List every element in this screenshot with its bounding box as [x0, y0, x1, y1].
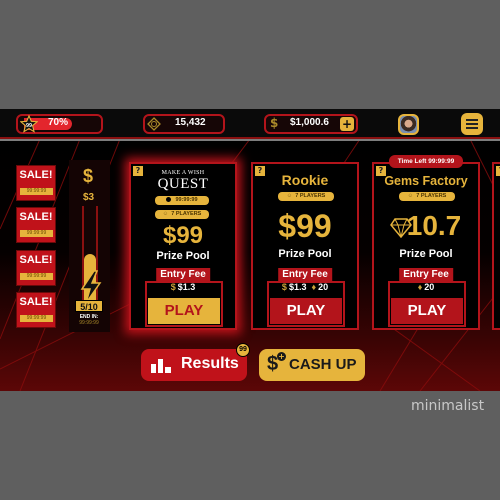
sale-offer[interactable]: SALE! 99:99:99: [16, 250, 56, 286]
fee-cash: $1.3: [288, 282, 307, 292]
results-label: Results: [181, 355, 239, 372]
clock-icon: [166, 196, 172, 202]
players-icon: ☺: [286, 193, 293, 199]
tournament-card-quest[interactable]: ? MAKE A WISH QUEST 99:99:99 ☺ 7 PLAYERS …: [129, 162, 237, 330]
prize-amount: $99: [278, 208, 332, 244]
dollar-icon: $: [270, 116, 279, 130]
help-button[interactable]: ?: [496, 166, 500, 176]
entry-fee-row: ♦ 20: [374, 282, 478, 292]
dollar-icon: $: [170, 282, 176, 292]
sale-title: SALE!: [19, 169, 53, 181]
sale-timer: 99:99:99: [20, 230, 53, 237]
entry-fee-label: Entry Fee: [156, 268, 210, 282]
prize-label: Prize Pool: [156, 250, 210, 262]
xp-bar[interactable]: 99 70%: [16, 114, 103, 134]
prize-label: Prize Pool: [399, 248, 453, 260]
time-left-badge: Time Left 99:99:99: [389, 155, 463, 168]
players-text: 7 PLAYERS: [416, 193, 447, 199]
prize-label: Prize Pool: [278, 248, 332, 260]
gems-amount: 15,432: [175, 117, 206, 128]
cash-amount: $1,000.6: [290, 117, 329, 128]
fee-cash: $1.3: [177, 282, 196, 292]
sale-title: SALE!: [19, 254, 53, 266]
timer-text: 99:99:99: [175, 197, 198, 203]
meter-reward: $3: [83, 192, 95, 203]
entry-fee-label: Entry Fee: [399, 268, 453, 282]
results-button[interactable]: Results: [141, 349, 247, 381]
sale-timer: 99:99:99: [20, 188, 53, 195]
sale-title: SALE!: [19, 296, 53, 308]
meter-end-timer: 99:99:99: [79, 320, 99, 326]
watermark: minimalist: [411, 398, 485, 414]
tournament-card-gems-factory[interactable]: ? Gems Factory ☺ 7 PLAYERS 10.7 Prize Poo…: [372, 162, 480, 330]
results-badge: 99: [236, 343, 250, 357]
level-number: 99: [26, 123, 32, 129]
card-title: QUEST: [157, 176, 209, 192]
timer-chip: 99:99:99: [155, 196, 209, 205]
players-text: 7 PLAYERS: [295, 193, 326, 199]
players-chip: ☺ 7 PLAYERS: [155, 210, 209, 219]
sale-timer: 99:99:99: [20, 273, 53, 280]
cash-counter[interactable]: $ $1,000.6 +: [264, 114, 358, 134]
card-title: Rookie: [281, 172, 329, 188]
gems-counter[interactable]: 15,432: [143, 114, 225, 134]
fee-gems: 20: [318, 282, 329, 292]
entry-fee-row: $ $1.3: [131, 282, 235, 292]
plus-icon: +: [277, 352, 286, 361]
tournament-card-partial[interactable]: ?: [492, 162, 500, 330]
play-button[interactable]: PLAY: [391, 298, 463, 324]
level-star-icon: 99: [20, 115, 38, 133]
sale-timer: 99:99:99: [20, 315, 53, 322]
lightning-bolt-icon: [80, 270, 102, 304]
xp-percent: 70%: [48, 117, 69, 128]
hamburger-icon-line: [466, 123, 478, 125]
meter-count: 5/10: [75, 300, 103, 312]
entry-fee-label: Entry Fee: [278, 268, 332, 282]
play-button[interactable]: PLAY: [148, 298, 220, 324]
avatar[interactable]: [398, 114, 419, 135]
players-icon: ☺: [407, 193, 414, 199]
dollar-icon: $: [281, 282, 287, 292]
add-cash-button[interactable]: +: [340, 117, 354, 131]
sale-title: SALE!: [19, 211, 53, 223]
diamond-icon: [390, 218, 412, 238]
meter-dollar-icon: $: [83, 166, 94, 186]
prize-amount: $99: [162, 222, 204, 249]
hamburger-icon-line: [466, 119, 478, 121]
card-title: Gems Factory: [384, 174, 468, 188]
hamburger-icon-line: [466, 127, 478, 129]
gem-icon: ♦: [417, 282, 423, 292]
cash-up-button[interactable]: $ + CASH UP: [259, 349, 365, 381]
gem-icon: ♦: [311, 282, 317, 292]
menu-button[interactable]: [461, 113, 483, 135]
players-chip: ☺ 7 PLAYERS: [278, 192, 334, 201]
tournament-card-rookie[interactable]: ? Rookie ☺ 7 PLAYERS $99 Prize Pool Entry…: [251, 162, 359, 330]
cash-up-label: CASH UP: [289, 356, 357, 373]
play-button[interactable]: PLAY: [270, 298, 342, 324]
entry-fee-row: $ $1.3 ♦ 20: [253, 282, 357, 292]
top-bar: 99 70% 15,432 $ $1,000.6 +: [0, 109, 500, 141]
sale-offer[interactable]: SALE! 99:99:99: [16, 165, 56, 201]
fee-gems: 20: [424, 282, 435, 292]
sale-offer[interactable]: SALE! 99:99:99: [16, 207, 56, 243]
sale-offer[interactable]: SALE! 99:99:99: [16, 292, 56, 328]
bar-chart-icon: [151, 359, 171, 373]
players-icon: ☺: [162, 211, 169, 217]
gem-target-icon: [147, 117, 161, 131]
players-text: 7 PLAYERS: [171, 211, 202, 217]
players-chip: ☺ 7 PLAYERS: [399, 192, 455, 201]
